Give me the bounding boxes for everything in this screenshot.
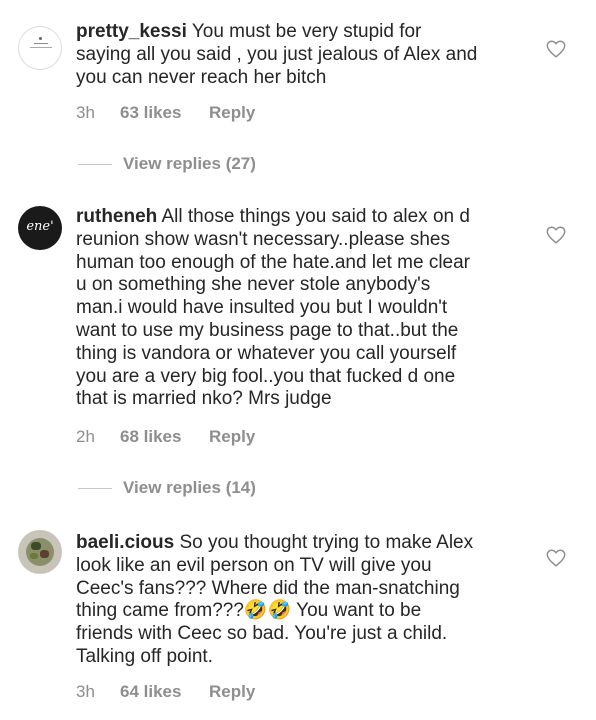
view-replies-button[interactable]: View replies (14)	[0, 478, 596, 500]
likes-count[interactable]: 63 likes	[120, 103, 209, 123]
comment-time: 3h	[76, 682, 95, 701]
likes-count[interactable]: 68 likes	[120, 427, 209, 447]
comment-text: pretty_kessi You must be very stupid for…	[76, 21, 478, 88]
reply-button[interactable]: Reply	[209, 427, 255, 447]
reply-button[interactable]: Reply	[209, 682, 255, 702]
view-replies-button[interactable]: View replies (27)	[0, 154, 596, 176]
comment-meta: 3h 63 likes Reply	[76, 103, 255, 125]
divider	[78, 488, 112, 489]
comment-text: baeli.cious So you thought trying to mak…	[76, 532, 474, 667]
likes-count[interactable]: 64 likes	[120, 682, 209, 702]
username-link[interactable]: baeli.cious	[76, 532, 174, 553]
avatar[interactable]	[18, 530, 62, 574]
heart-outline-icon[interactable]	[545, 224, 567, 246]
comment-text: rutheneh All those things you said to al…	[76, 206, 470, 410]
avatar-logo-text: ene'	[26, 219, 54, 234]
heart-outline-icon[interactable]	[545, 38, 567, 60]
username-link[interactable]: pretty_kessi	[76, 21, 187, 42]
comment-time: 3h	[76, 103, 95, 122]
avatar[interactable]: ene'	[18, 206, 62, 250]
comment-meta: 2h 68 likes Reply	[76, 427, 255, 449]
reply-button[interactable]: Reply	[209, 103, 255, 123]
heart-outline-icon[interactable]	[545, 547, 567, 569]
username-link[interactable]: rutheneh	[76, 206, 157, 227]
comment-time: 2h	[76, 427, 95, 446]
avatar[interactable]	[18, 26, 62, 70]
comment-meta: 3h 64 likes Reply	[76, 682, 255, 704]
divider	[78, 164, 112, 165]
